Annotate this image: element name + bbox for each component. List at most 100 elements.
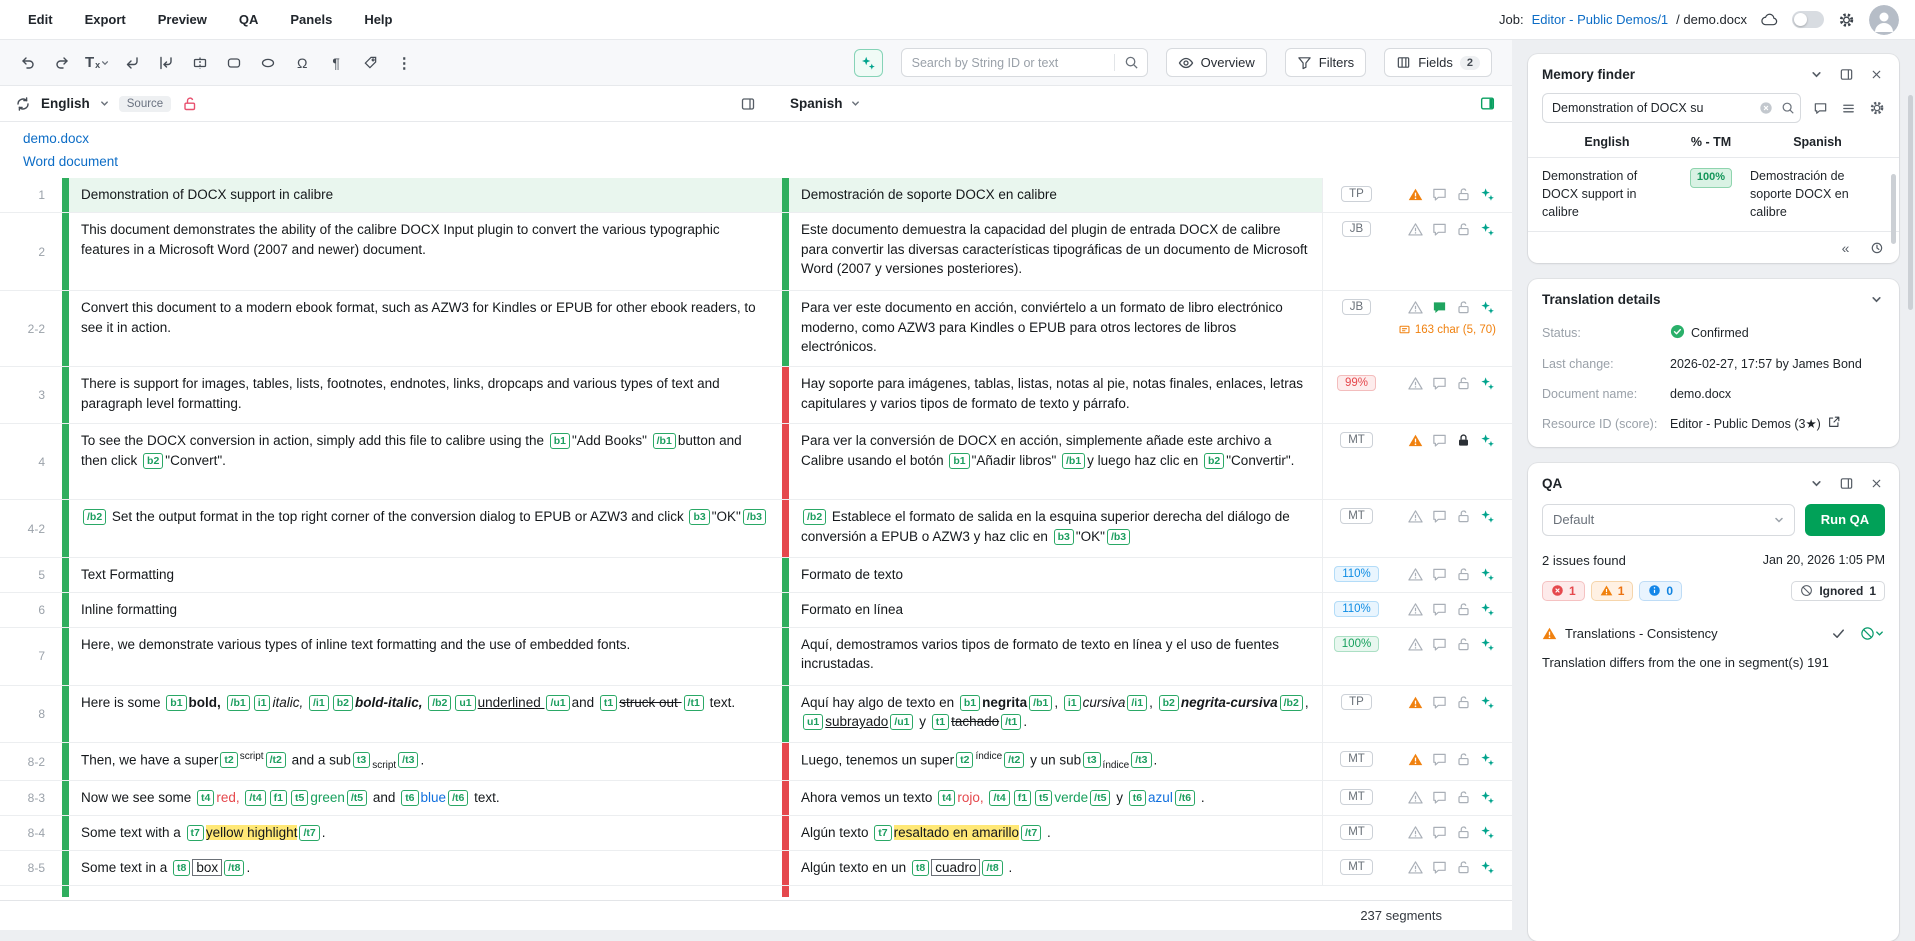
comment-icon[interactable] (1431, 375, 1448, 392)
inline-tag[interactable]: t5 (291, 790, 308, 806)
segment-row[interactable]: 6Inline formattingFormato en línea110% (0, 593, 1512, 628)
segment-row[interactable]: 8-3Now we see some t4red, /t4f1t5green/t… (0, 781, 1512, 816)
qa-ignored-filter[interactable]: Ignored 1 (1791, 581, 1885, 601)
search-icon[interactable] (1117, 49, 1147, 76)
inline-tag[interactable]: /b3 (1107, 529, 1130, 545)
segment-number[interactable]: 8-2 (0, 743, 62, 781)
inline-tag[interactable]: t6 (1129, 790, 1146, 806)
refresh-icon[interactable] (14, 95, 31, 112)
source-cell[interactable]: Here is some b1bold, /b1i1italic, /i1b2b… (69, 686, 782, 742)
empty-tag-icon[interactable] (254, 49, 282, 77)
filters-button[interactable]: Filters (1285, 48, 1366, 77)
source-cell[interactable]: Demonstration of DOCX support in calibre (69, 178, 782, 212)
segment-row[interactable]: 8-2Then, we have a supert2script/t2 and … (0, 743, 1512, 782)
comment-icon[interactable] (1431, 508, 1448, 525)
target-language-dropdown[interactable]: Spanish (790, 96, 843, 111)
list-view-icon[interactable] (1840, 100, 1857, 117)
inline-tag[interactable]: b1 (166, 695, 186, 711)
document-name-link[interactable]: demo.docx (23, 131, 1512, 146)
qa-profile-select[interactable]: Default (1542, 504, 1795, 536)
theme-toggle[interactable] (1792, 11, 1824, 28)
unlock-icon[interactable] (1455, 508, 1472, 525)
inline-tag[interactable]: b2 (333, 695, 353, 711)
inline-tag[interactable]: u1 (455, 695, 475, 711)
segment-row[interactable]: 4To see the DOCX conversion in action, s… (0, 424, 1512, 500)
inline-tag[interactable]: t6 (401, 790, 418, 806)
inline-tag[interactable]: /t8 (982, 860, 1002, 876)
inline-tag[interactable]: /t7 (299, 825, 319, 841)
qa-info-count[interactable]: 0 (1639, 581, 1682, 601)
user-avatar[interactable] (1869, 5, 1899, 35)
source-cell[interactable]: Some text in a t8box/t8. (69, 851, 782, 885)
collapse-all-icon[interactable]: « (1837, 239, 1854, 256)
lock-icon[interactable] (1455, 432, 1472, 449)
inline-tag[interactable]: /b1 (227, 695, 250, 711)
segment-row[interactable]: 8-4Some text with a t7yellow highlight/t… (0, 816, 1512, 851)
fields-button[interactable]: Fields 2 (1384, 48, 1492, 77)
external-link-icon[interactable] (1827, 415, 1841, 429)
warning-icon[interactable] (1407, 601, 1424, 618)
source-cell[interactable]: Some text with a t7yellow highlight/t7. (69, 816, 782, 850)
inline-tag[interactable]: /b1 (1029, 695, 1052, 711)
source-cell[interactable]: This document demonstrates the ability o… (69, 213, 782, 290)
history-icon[interactable] (1868, 239, 1885, 256)
segment-row[interactable]: 8Here is some b1bold, /b1i1italic, /i1b2… (0, 686, 1512, 743)
inline-tag[interactable]: b3 (1054, 529, 1074, 545)
toggle-sidebar-icon[interactable] (1479, 95, 1496, 112)
more-options-icon[interactable]: ⋮ (390, 49, 418, 77)
text-case-dropdown[interactable]: Tx (82, 49, 112, 77)
ai-sparkle-icon[interactable] (1479, 221, 1496, 238)
segment-row[interactable]: 3There is support for images, tables, li… (0, 367, 1512, 424)
menu-edit[interactable]: Edit (28, 12, 53, 27)
warning-icon[interactable] (1407, 299, 1424, 316)
source-cell[interactable]: Then, we have a supert2script/t2 and a s… (69, 743, 782, 781)
inline-tag[interactable]: t7 (874, 825, 891, 841)
comment-icon[interactable] (1431, 221, 1448, 238)
panel-scrollbar[interactable] (1891, 174, 1896, 244)
inline-tag[interactable]: t8 (912, 860, 929, 876)
segment-number[interactable]: 2-2 (0, 291, 62, 366)
inline-tag[interactable]: b2 (1204, 453, 1224, 469)
segment-number[interactable]: 4 (0, 424, 62, 499)
inline-tag[interactable]: t8 (173, 860, 190, 876)
copy-source-icon[interactable] (118, 49, 146, 77)
inline-tag[interactable]: t2 (956, 752, 973, 768)
inline-tag[interactable]: /u1 (890, 714, 913, 730)
collapse-source-panel-icon[interactable] (739, 95, 756, 112)
inline-tag[interactable]: /b2 (803, 509, 826, 525)
inline-tag[interactable]: /t1 (1001, 714, 1021, 730)
inline-tag[interactable]: b3 (689, 509, 709, 525)
comment-icon[interactable] (1431, 186, 1448, 203)
inline-tag[interactable]: /b2 (83, 509, 106, 525)
segment-row[interactable]: 2-2Convert this document to a modern ebo… (0, 291, 1512, 367)
memory-settings-icon[interactable] (1868, 100, 1885, 117)
segment-row[interactable]: 2This document demonstrates the ability … (0, 213, 1512, 291)
inline-tag[interactable]: t1 (932, 714, 949, 730)
close-icon[interactable] (1868, 475, 1885, 492)
unlock-icon[interactable] (1455, 566, 1472, 583)
inline-tag[interactable]: /t5 (1090, 790, 1110, 806)
window-scrollbar[interactable] (1908, 95, 1913, 310)
target-cell[interactable]: Formato en línea (789, 593, 1322, 627)
ai-assistant-button[interactable] (854, 49, 883, 77)
inline-tag[interactable]: t7 (187, 825, 204, 841)
document-type-link[interactable]: Word document (23, 154, 1512, 169)
inline-tag[interactable]: b1 (550, 433, 570, 449)
ai-sparkle-icon[interactable] (1479, 694, 1496, 711)
inline-tag[interactable]: t3 (353, 752, 370, 768)
resolve-check-icon[interactable] (1830, 625, 1847, 642)
unlock-icon[interactable] (1455, 636, 1472, 653)
target-cell[interactable]: Algún texto t7resaltado en amarillo/t7 . (789, 816, 1322, 850)
ai-sparkle-icon[interactable] (1479, 566, 1496, 583)
warning-icon[interactable] (1407, 859, 1424, 876)
memory-match-row[interactable]: Demonstration of DOCX support in calibre… (1528, 158, 1899, 227)
ai-sparkle-icon[interactable] (1479, 299, 1496, 316)
tags-display-icon[interactable] (356, 49, 384, 77)
segment-number[interactable]: 8-4 (0, 816, 62, 850)
special-chars-icon[interactable]: Ω (288, 49, 316, 77)
target-cell[interactable]: Para ver la conversión de DOCX en acción… (789, 424, 1322, 499)
segment-number[interactable]: 3 (0, 367, 62, 423)
inline-tag[interactable]: /t7 (1021, 825, 1041, 841)
inline-tag[interactable]: /t3 (398, 752, 418, 768)
inline-tag[interactable]: i1 (254, 695, 271, 711)
